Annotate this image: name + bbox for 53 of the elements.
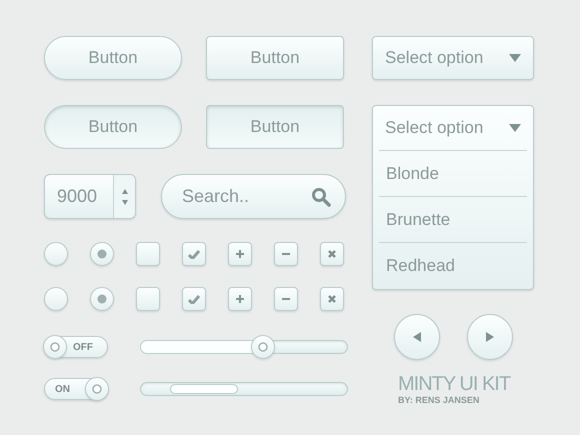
down-arrow-icon[interactable]	[122, 200, 128, 204]
plus-button[interactable]	[228, 287, 252, 311]
dropdown-option[interactable]: Brunette	[379, 197, 527, 243]
select-dropdown[interactable]: Select option	[379, 106, 527, 151]
caret-icon	[509, 54, 521, 62]
plus-icon	[235, 249, 245, 259]
caret-icon	[509, 124, 521, 132]
search-field[interactable]: Search..	[161, 174, 346, 219]
minus-button[interactable]	[274, 287, 298, 311]
scrollbar-thumb[interactable]	[170, 384, 238, 394]
dot-icon	[97, 249, 107, 259]
radio-button[interactable]	[44, 242, 68, 266]
toggle-switch[interactable]: ON	[44, 378, 108, 400]
ring-icon	[92, 384, 102, 394]
slider[interactable]	[140, 334, 348, 360]
scrollbar[interactable]	[140, 382, 348, 396]
check-icon	[188, 249, 200, 259]
button[interactable]: Button	[206, 105, 344, 149]
ring-icon	[50, 342, 60, 352]
radio-button[interactable]	[90, 287, 114, 311]
close-button[interactable]	[320, 242, 344, 266]
number-spinner[interactable]: 9000	[44, 174, 136, 219]
close-icon	[327, 294, 337, 304]
close-icon	[327, 249, 337, 259]
dropdown-option[interactable]: Redhead	[379, 243, 527, 289]
select-dropdown[interactable]: Select option	[372, 36, 534, 80]
button[interactable]: Button	[206, 36, 344, 80]
minus-button[interactable]	[274, 242, 298, 266]
up-arrow-icon[interactable]	[122, 188, 128, 194]
radio-button[interactable]	[90, 242, 114, 266]
toggle-switch[interactable]: OFF	[44, 336, 108, 358]
logo-title: MINTY UI KIT	[398, 374, 512, 394]
dot-icon	[97, 294, 107, 304]
button[interactable]: Button	[44, 105, 182, 149]
checkbox[interactable]	[182, 242, 206, 266]
ring-icon	[258, 342, 268, 352]
plus-button[interactable]	[228, 242, 252, 266]
byline: BY: RENS JANSEN	[398, 394, 480, 407]
plus-icon	[235, 294, 245, 304]
radio-button[interactable]	[44, 287, 68, 311]
previous-button[interactable]	[394, 314, 440, 360]
dropdown-option[interactable]: Blonde	[379, 151, 527, 197]
check-icon	[188, 294, 200, 304]
button[interactable]: Button	[44, 36, 182, 80]
next-button[interactable]	[467, 314, 513, 360]
checkbox[interactable]	[182, 287, 206, 311]
close-button[interactable]	[320, 287, 344, 311]
left-triangle-icon	[413, 332, 421, 342]
right-triangle-icon	[486, 332, 494, 342]
checkbox[interactable]	[136, 287, 160, 311]
slider-thumb[interactable]	[250, 335, 275, 359]
checkbox[interactable]	[136, 242, 160, 266]
search-icon	[311, 186, 331, 206]
